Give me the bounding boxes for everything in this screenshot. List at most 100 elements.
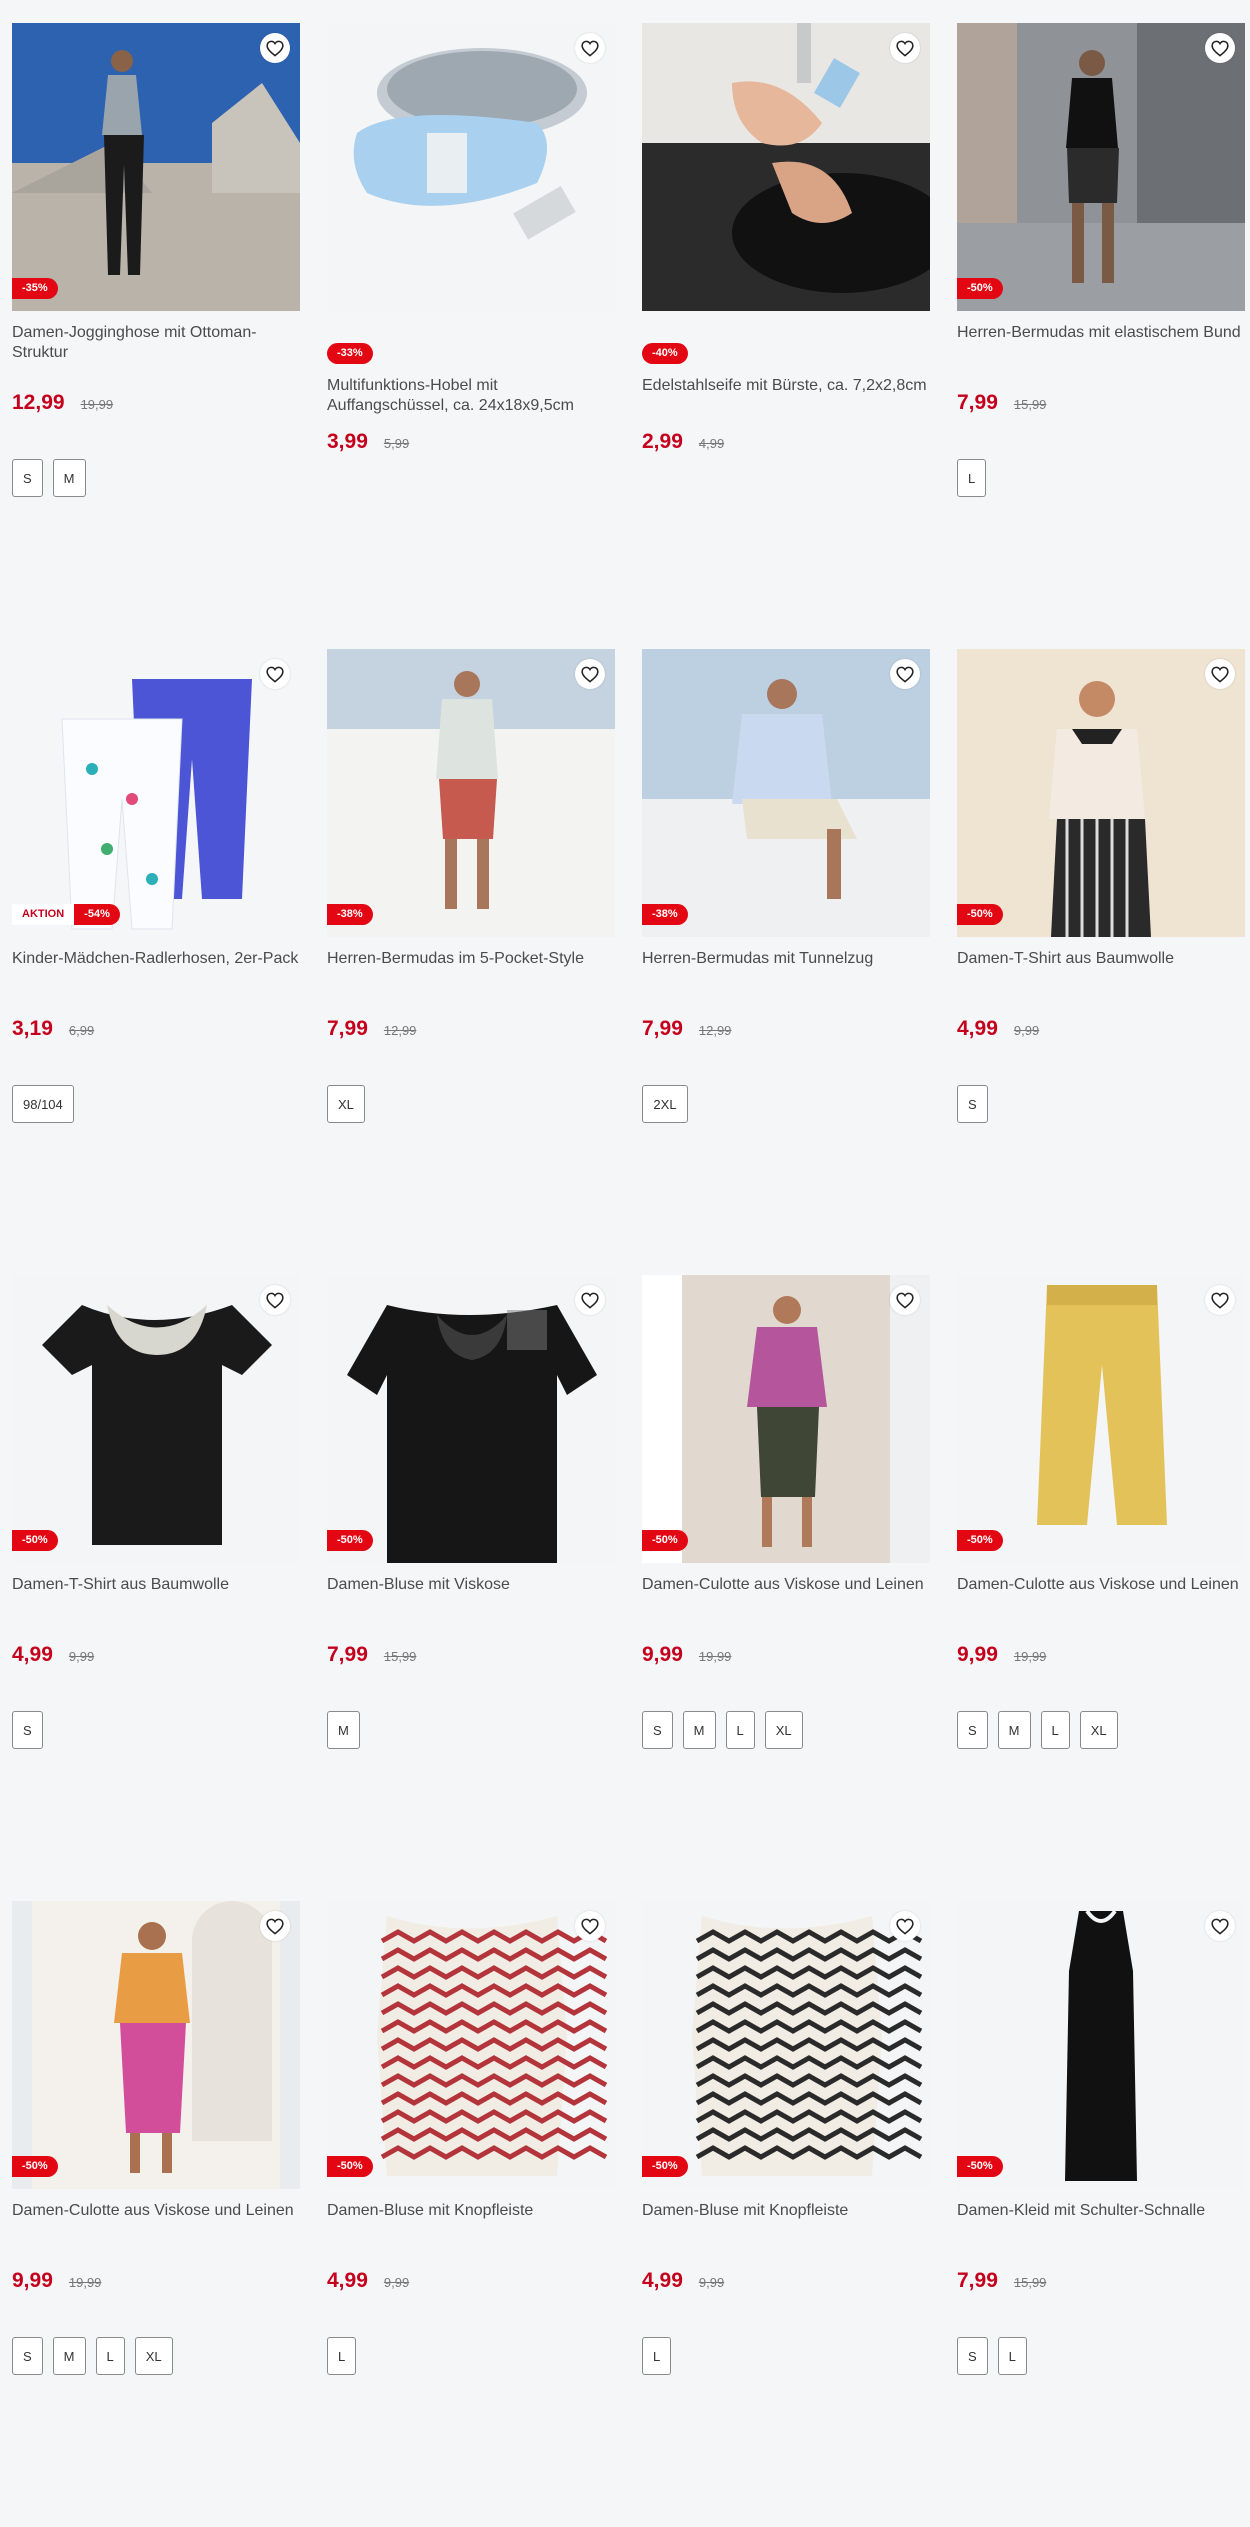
original-price: 15,99	[1013, 397, 1047, 412]
product-title[interactable]: Edelstahlseife mit Bürste, ca. 7,2x2,8cm	[642, 376, 930, 416]
product-title[interactable]: Kinder-Mädchen-Radlerhosen, 2er-Pack	[12, 949, 300, 989]
size-option[interactable]: 98/104	[12, 1085, 74, 1123]
aktion-badge: AKTION	[12, 904, 75, 925]
discount-badges: -38%	[327, 904, 373, 925]
wishlist-heart-icon[interactable]	[890, 659, 920, 689]
product-title[interactable]: Damen-Bluse mit Knopfleiste	[327, 2201, 615, 2241]
size-option[interactable]: L	[1040, 1711, 1070, 1749]
product-card[interactable]: -50% Damen-Bluse mit Knopfleiste 4,99 9,99 L	[327, 1901, 615, 2527]
product-title[interactable]: Herren-Bermudas im 5-Pocket-Style	[327, 949, 615, 989]
product-image[interactable]: -50%	[957, 1901, 1245, 2189]
product-card[interactable]: -50% Damen-Culotte aus Viskose und Leinen…	[12, 1901, 300, 2527]
product-title[interactable]: Herren-Bermudas mit elastischem Bund	[957, 323, 1245, 363]
wishlist-heart-icon[interactable]	[260, 1911, 290, 1941]
product-card[interactable]: -50% Damen-Culotte aus Viskose und Leinen…	[642, 1275, 930, 1901]
product-image[interactable]: -35%	[12, 23, 300, 311]
wishlist-heart-icon[interactable]	[1205, 1285, 1235, 1315]
wishlist-heart-icon[interactable]	[575, 1285, 605, 1315]
product-card[interactable]: -50% Damen-Kleid mit Schulter-Schnalle 7,9…	[957, 1901, 1245, 2527]
wishlist-heart-icon[interactable]	[1205, 1911, 1235, 1941]
discount-badge: -35%	[12, 278, 58, 299]
product-card[interactable]: -50% Damen-T-Shirt aus Baumwolle 4,99 9,99 S	[12, 1275, 300, 1901]
size-option[interactable]: S	[957, 2337, 988, 2375]
product-card[interactable]: -35% Damen-Jogginghose mit Ottoman-Strukt…	[12, 23, 300, 649]
product-image[interactable]: -50%	[12, 1901, 300, 2189]
size-option[interactable]: L	[957, 459, 987, 497]
product-image[interactable]: -50%	[957, 23, 1245, 311]
product-card[interactable]: -50% Damen-Bluse mit Viskose 7,99 15,99 M	[327, 1275, 615, 1901]
product-title[interactable]: Damen-Culotte aus Viskose und Leinen	[957, 1575, 1245, 1615]
product-title[interactable]: Damen-Jogginghose mit Ottoman-Struktur	[12, 323, 300, 363]
product-card[interactable]: -50% Herren-Bermudas mit elastischem Bund…	[957, 23, 1245, 649]
wishlist-heart-icon[interactable]	[575, 1911, 605, 1941]
product-image[interactable]	[642, 23, 930, 311]
product-title[interactable]: Damen-T-Shirt aus Baumwolle	[957, 949, 1245, 989]
size-option[interactable]: M	[327, 1711, 360, 1749]
size-option[interactable]: L	[725, 1711, 755, 1749]
product-title[interactable]: Damen-Bluse mit Knopfleiste	[642, 2201, 930, 2241]
product-title[interactable]: Damen-Culotte aus Viskose und Leinen	[12, 2201, 300, 2241]
wishlist-heart-icon[interactable]	[1205, 659, 1235, 689]
size-option[interactable]: L	[642, 2337, 672, 2375]
wishlist-heart-icon[interactable]	[890, 33, 920, 63]
product-card[interactable]: AKTION -54% Kinder-Mädchen-Radlerhosen, 2e…	[12, 649, 300, 1275]
size-option[interactable]: XL	[764, 1711, 803, 1749]
product-title[interactable]: Multifunktions-Hobel mit Auffangschüssel…	[327, 376, 615, 416]
wishlist-heart-icon[interactable]	[1205, 33, 1235, 63]
size-option[interactable]: M	[52, 2337, 86, 2375]
product-title[interactable]: Damen-Bluse mit Viskose	[327, 1575, 615, 1615]
product-image[interactable]: -38%	[327, 649, 615, 937]
product-title[interactable]: Damen-Kleid mit Schulter-Schnalle	[957, 2201, 1245, 2241]
size-option[interactable]: M	[682, 1711, 716, 1749]
product-image[interactable]: -50%	[327, 1275, 615, 1563]
wishlist-heart-icon[interactable]	[890, 1285, 920, 1315]
wishlist-heart-icon[interactable]	[575, 33, 605, 63]
size-option[interactable]: S	[12, 1711, 43, 1749]
original-price: 15,99	[383, 1649, 417, 1664]
product-image[interactable]	[327, 23, 615, 311]
wishlist-heart-icon[interactable]	[260, 33, 290, 63]
product-card[interactable]: -38% Herren-Bermudas im 5-Pocket-Style 7,9…	[327, 649, 615, 1275]
product-card[interactable]: -50% Damen-T-Shirt aus Baumwolle 4,99 9,99 S	[957, 649, 1245, 1275]
product-card[interactable]: -50% Damen-Bluse mit Knopfleiste 4,99 9,99 L	[642, 1901, 930, 2527]
product-image[interactable]: -50%	[327, 1901, 615, 2189]
wishlist-heart-icon[interactable]	[260, 1285, 290, 1315]
wishlist-heart-icon[interactable]	[260, 659, 290, 689]
size-option[interactable]: S	[12, 2337, 43, 2375]
product-card[interactable]: -38% Herren-Bermudas mit Tunnelzug 7,99 12,…	[642, 649, 930, 1275]
product-card[interactable]: -50% Damen-Culotte aus Viskose und Leinen…	[957, 1275, 1245, 1901]
product-card[interactable]: -33% Multifunktions-Hobel mit Auffangschü…	[327, 23, 615, 649]
size-option[interactable]: L	[997, 2337, 1027, 2375]
size-option[interactable]: XL	[327, 1085, 365, 1123]
product-card[interactable]: -40% Edelstahlseife mit Bürste, ca. 7,2x2…	[642, 23, 930, 649]
product-image[interactable]: -50%	[642, 1901, 930, 2189]
current-price: 2,99	[642, 430, 683, 453]
size-option[interactable]: M	[52, 459, 86, 497]
product-image[interactable]: -50%	[957, 649, 1245, 937]
size-option[interactable]: L	[95, 2337, 125, 2375]
original-price: 15,99	[1013, 2275, 1047, 2290]
product-image[interactable]: -50%	[957, 1275, 1245, 1563]
size-option[interactable]: XL	[134, 2337, 173, 2375]
product-image[interactable]: -50%	[642, 1275, 930, 1563]
product-image[interactable]: AKTION -54%	[12, 649, 300, 937]
product-grid: -35% Damen-Jogginghose mit Ottoman-Strukt…	[0, 0, 1250, 2527]
product-image[interactable]: -50%	[12, 1275, 300, 1563]
size-option[interactable]: 2XL	[642, 1085, 688, 1123]
size-option[interactable]: XL	[1079, 1711, 1118, 1749]
size-option[interactable]: L	[327, 2337, 357, 2375]
size-option[interactable]: S	[957, 1085, 988, 1123]
product-title[interactable]: Damen-T-Shirt aus Baumwolle	[12, 1575, 300, 1615]
wishlist-heart-icon[interactable]	[575, 659, 605, 689]
product-image[interactable]: -38%	[642, 649, 930, 937]
wishlist-heart-icon[interactable]	[890, 1911, 920, 1941]
size-option[interactable]: S	[957, 1711, 988, 1749]
size-option[interactable]: M	[997, 1711, 1031, 1749]
original-price: 9,99	[698, 2275, 725, 2290]
product-title[interactable]: Herren-Bermudas mit Tunnelzug	[642, 949, 930, 989]
product-title[interactable]: Damen-Culotte aus Viskose und Leinen	[642, 1575, 930, 1615]
size-option[interactable]: S	[642, 1711, 673, 1749]
size-option[interactable]: S	[12, 459, 43, 497]
current-price: 9,99	[642, 1643, 683, 1666]
current-price: 7,99	[642, 1017, 683, 1040]
